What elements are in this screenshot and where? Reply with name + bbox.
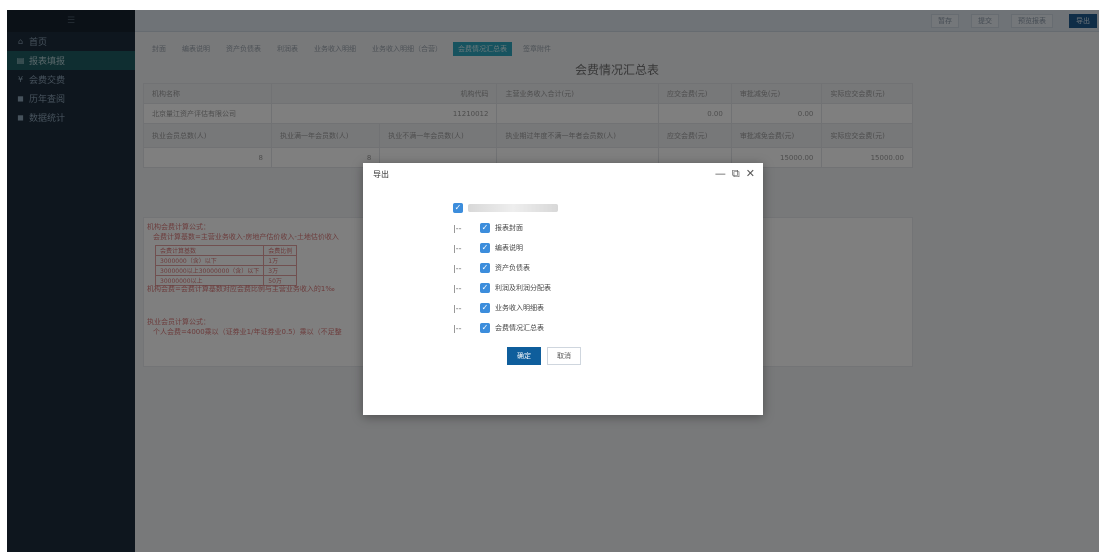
- tree-item-instructions: |-- ✓ 编表说明: [453, 238, 558, 258]
- tree-item-balance-sheet: |-- ✓ 资产负债表: [453, 258, 558, 278]
- tree-connector: |--: [453, 283, 462, 293]
- checkbox[interactable]: ✓: [480, 323, 490, 333]
- export-tree: ✓ |-- ✓ 报表封面 |-- ✓ 编表说明 |-- ✓ 资产负债表 |-- …: [453, 198, 558, 338]
- cancel-button[interactable]: 取消: [547, 347, 581, 365]
- tree-connector: |--: [453, 323, 462, 333]
- tree-item-revenue-detail: |-- ✓ 业务收入明细表: [453, 298, 558, 318]
- tree-item-cover: |-- ✓ 报表封面: [453, 218, 558, 238]
- tree-item-label: 会费情况汇总表: [495, 324, 544, 332]
- checkbox[interactable]: ✓: [480, 263, 490, 273]
- tree-connector: |--: [453, 243, 462, 253]
- dialog-controls: — ⧉ ✕: [715, 167, 755, 181]
- checkbox-select-all[interactable]: ✓: [453, 203, 463, 213]
- tree-connector: |--: [453, 223, 462, 233]
- minimize-icon[interactable]: —: [715, 167, 726, 181]
- checkbox[interactable]: ✓: [480, 303, 490, 313]
- tree-item-profit: |-- ✓ 利润及利润分配表: [453, 278, 558, 298]
- tree-connector: |--: [453, 303, 462, 313]
- export-dialog: 导出 — ⧉ ✕ ✓ |-- ✓ 报表封面 |-- ✓ 编表说明 |-- ✓ 资…: [363, 163, 763, 415]
- app-frame: ☰ ⌂ 首页 ▤ 报表填报 ¥ 会费交费 ◼ 历年查阅 ◼ 数据统计 暂存 提交…: [7, 10, 1099, 552]
- tree-item-label: 编表说明: [495, 244, 523, 252]
- dialog-title: 导出: [373, 169, 389, 179]
- tree-item-label: 业务收入明细表: [495, 304, 544, 312]
- checkbox[interactable]: ✓: [480, 283, 490, 293]
- redacted-label: [468, 204, 558, 212]
- tree-item-label: 资产负债表: [495, 264, 530, 272]
- tree-item-fee-summary: |-- ✓ 会费情况汇总表: [453, 318, 558, 338]
- checkbox[interactable]: ✓: [480, 223, 490, 233]
- maximize-icon[interactable]: ⧉: [732, 167, 740, 181]
- tree-item-label: 利润及利润分配表: [495, 284, 551, 292]
- tree-connector: |--: [453, 263, 462, 273]
- tree-root: ✓: [453, 198, 558, 218]
- close-icon[interactable]: ✕: [746, 167, 755, 181]
- tree-item-label: 报表封面: [495, 224, 523, 232]
- checkbox[interactable]: ✓: [480, 243, 490, 253]
- dialog-header: 导出 — ⧉ ✕: [363, 163, 763, 185]
- dialog-buttons: 确定 取消: [507, 347, 581, 365]
- confirm-button[interactable]: 确定: [507, 347, 541, 365]
